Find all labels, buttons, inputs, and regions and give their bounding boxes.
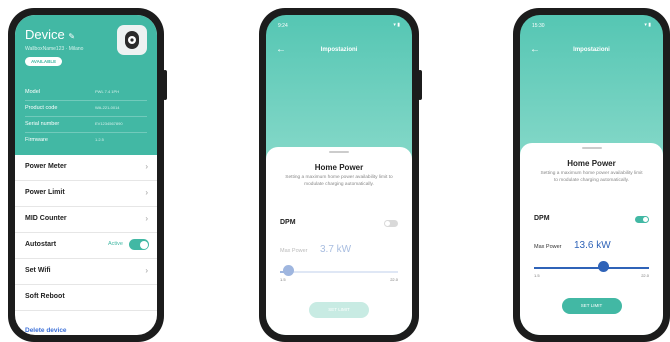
autostart-status: Active bbox=[108, 241, 123, 247]
power-slider-thumb[interactable] bbox=[282, 265, 294, 276]
device-screen: Device ✎ WallboxName123 · Milano AVAILAB… bbox=[15, 15, 157, 335]
phone-home-power-on: 15:30 ▾ ▮ ← Impostazioni Home Power Sett… bbox=[513, 8, 670, 342]
sheet-title: Home Power bbox=[314, 163, 364, 172]
info-value: EV1234567890 bbox=[95, 121, 123, 126]
device-header: Device ✎ WallboxName123 · Milano AVAILAB… bbox=[15, 15, 157, 155]
set-limit-button[interactable]: SET LIMIT bbox=[309, 302, 369, 318]
menu-label: Set Wifi bbox=[25, 267, 51, 274]
menu-label: Autostart bbox=[25, 241, 57, 248]
slider-max-label: 22.0 bbox=[390, 277, 398, 282]
side-button bbox=[163, 70, 167, 100]
home-power-screen: 15:30 ▾ ▮ ← Impostazioni Home Power Sett… bbox=[520, 15, 663, 335]
power-slider-track[interactable] bbox=[534, 267, 649, 269]
slider-min-label: 1.5 bbox=[280, 277, 286, 282]
info-key: Product code bbox=[25, 105, 58, 111]
device-name: Device bbox=[25, 27, 65, 42]
screen-title: Impostazioni bbox=[320, 47, 358, 53]
info-row-model: Model PWL 7.4 1PH bbox=[25, 85, 147, 101]
max-power-label: Max Power bbox=[534, 244, 562, 250]
menu-item-power-limit[interactable]: Power Limit › bbox=[15, 181, 157, 207]
info-row-firmware: Firmware 1.2.5 bbox=[25, 133, 147, 148]
sheet-description: Setting a maximum home power availabilit… bbox=[540, 171, 643, 183]
chevron-right-icon: › bbox=[145, 266, 148, 275]
info-key: Model bbox=[25, 89, 40, 95]
menu-item-power-meter[interactable]: Power Meter › bbox=[15, 155, 157, 181]
home-power-sheet: Home Power Setting a maximum home power … bbox=[266, 147, 412, 335]
slider-min-label: 1.5 bbox=[534, 273, 540, 278]
dpm-toggle[interactable] bbox=[384, 220, 398, 227]
menu-item-soft-reboot[interactable]: Soft Reboot bbox=[15, 285, 157, 311]
autostart-toggle[interactable] bbox=[129, 239, 149, 250]
menu-label: Power Meter bbox=[25, 163, 67, 170]
device-title: Device ✎ bbox=[25, 27, 75, 42]
phone-device-details: Device ✎ WallboxName123 · Milano AVAILAB… bbox=[8, 8, 167, 342]
dpm-label: DPM bbox=[534, 215, 550, 222]
info-value: PWL 7.4 1PH bbox=[95, 89, 120, 94]
sheet-description: Setting a maximum home power availabilit… bbox=[285, 175, 393, 187]
dpm-toggle[interactable] bbox=[635, 216, 649, 223]
plug-icon bbox=[117, 25, 147, 55]
power-slider-track[interactable] bbox=[280, 271, 398, 273]
menu-item-set-wifi[interactable]: Set Wifi › bbox=[15, 259, 157, 285]
max-power-value: 3.7 kW bbox=[320, 244, 352, 255]
max-power-value: 13.6 kW bbox=[574, 240, 611, 251]
edit-icon[interactable]: ✎ bbox=[68, 32, 75, 41]
device-subtitle: WallboxName123 · Milano bbox=[25, 46, 84, 52]
slider-max-label: 22.0 bbox=[641, 273, 649, 278]
chevron-right-icon: › bbox=[145, 188, 148, 197]
status-icons: ▾ ▮ bbox=[393, 22, 400, 28]
menu-label: MID Counter bbox=[25, 215, 67, 222]
max-power-label: Max Power bbox=[280, 248, 308, 254]
home-power-screen: 9:24 ▾ ▮ ← Impostazioni Home Power Setti… bbox=[266, 15, 412, 335]
menu-label: Soft Reboot bbox=[25, 293, 65, 300]
status-time: 15:30 bbox=[532, 23, 545, 29]
status-icons: ▾ ▮ bbox=[644, 22, 651, 28]
menu-label: Power Limit bbox=[25, 189, 65, 196]
menu-item-autostart: Autostart Active bbox=[15, 233, 157, 259]
chevron-right-icon: › bbox=[145, 214, 148, 223]
power-slider-thumb[interactable] bbox=[597, 261, 609, 272]
sheet-title: Home Power bbox=[567, 159, 616, 168]
status-badge: AVAILABLE bbox=[25, 57, 63, 66]
menu-item-mid-counter[interactable]: MID Counter › bbox=[15, 207, 157, 233]
info-value: WA-221-0014 bbox=[95, 105, 120, 110]
side-button bbox=[418, 70, 422, 100]
delete-device-link[interactable]: Delete device bbox=[25, 327, 67, 334]
info-row-product-code: Product code WA-221-0014 bbox=[25, 101, 147, 117]
home-power-sheet: Home Power Setting a maximum home power … bbox=[520, 143, 663, 335]
info-row-serial-number: Serial number EV1234567890 bbox=[25, 117, 147, 133]
phone-home-power-off: 9:24 ▾ ▮ ← Impostazioni Home Power Setti… bbox=[259, 8, 422, 342]
set-limit-button[interactable]: SET LIMIT bbox=[561, 298, 622, 314]
sheet-handle[interactable] bbox=[329, 151, 349, 153]
sheet-handle[interactable] bbox=[581, 147, 602, 149]
toggle-knob bbox=[385, 221, 390, 226]
chevron-right-icon: › bbox=[145, 162, 148, 171]
dpm-label: DPM bbox=[280, 219, 296, 226]
info-value: 1.2.5 bbox=[95, 137, 104, 142]
info-key: Serial number bbox=[25, 121, 60, 127]
toggle-knob bbox=[139, 240, 148, 249]
toggle-knob bbox=[643, 217, 648, 222]
status-time: 9:24 bbox=[278, 23, 288, 29]
screen-title: Impostazioni bbox=[573, 47, 610, 53]
info-key: Firmware bbox=[25, 137, 48, 143]
